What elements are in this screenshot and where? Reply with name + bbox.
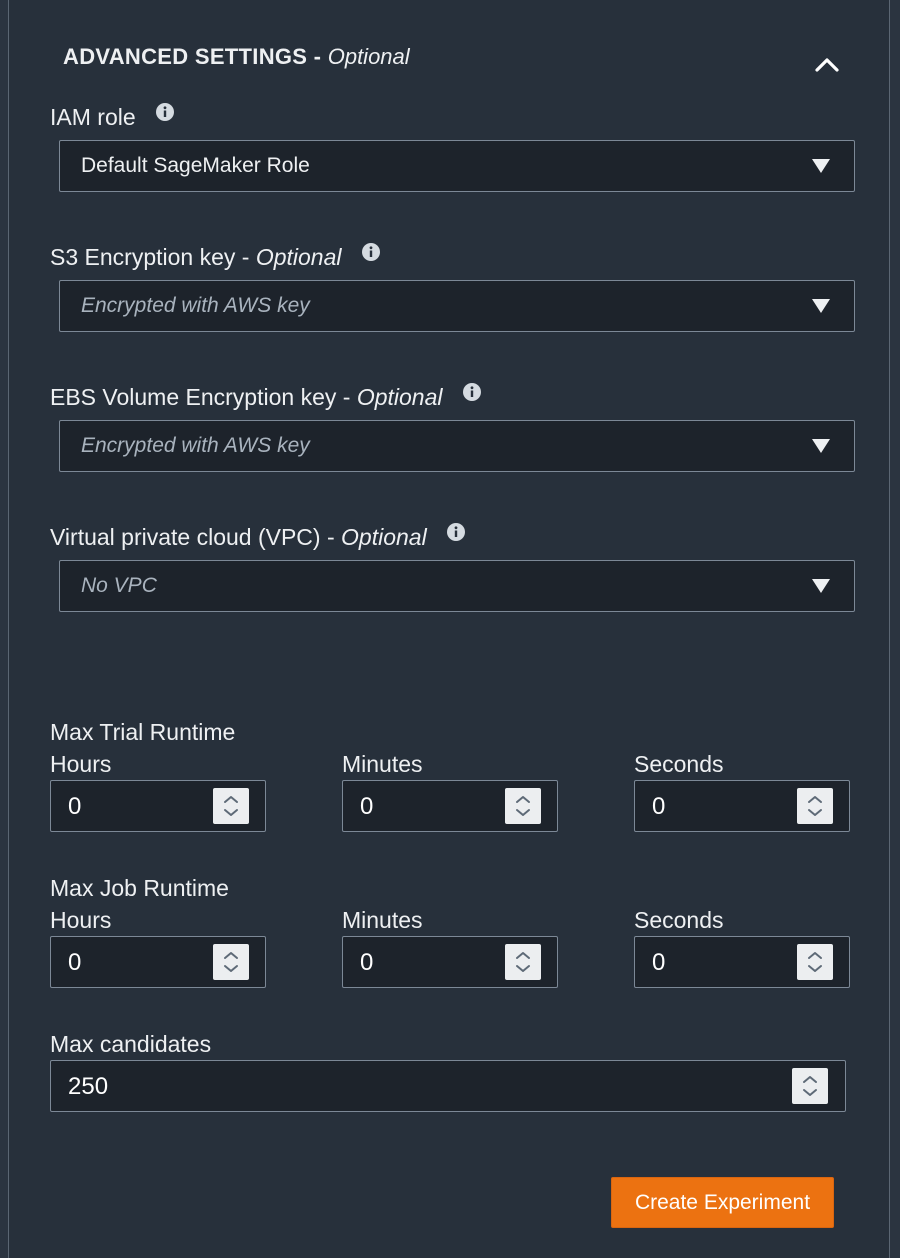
job-seconds-input[interactable]: 0 xyxy=(634,936,850,988)
job-minutes-label: Minutes xyxy=(342,907,423,933)
chevron-up-icon xyxy=(815,58,839,72)
iam-role-label-text: IAM role xyxy=(50,104,136,130)
trial-minutes-label: Minutes xyxy=(342,751,423,777)
max-candidates-label: Max candidates xyxy=(50,1031,212,1057)
spinner-chevrons xyxy=(808,796,822,816)
s3-key-select[interactable]: Encrypted with AWS key xyxy=(59,280,855,332)
trial-seconds-value: 0 xyxy=(652,793,666,820)
max-candidates-input[interactable]: 250 xyxy=(50,1060,846,1112)
iam-role-select[interactable]: Default SageMaker Role xyxy=(59,140,855,192)
spinner-up-down-icon[interactable] xyxy=(505,788,541,824)
spinner-up-down-icon[interactable] xyxy=(797,788,833,824)
vpc-label-text: Virtual private cloud (VPC) - xyxy=(50,524,342,550)
iam-role-label: IAM role xyxy=(50,103,175,131)
spinner-up-down-icon[interactable] xyxy=(213,944,249,980)
max-trial-runtime-title: Max Trial Runtime xyxy=(50,719,236,745)
ebs-key-placeholder: Encrypted with AWS key xyxy=(81,434,310,457)
info-icon[interactable] xyxy=(447,523,466,541)
spinner-up-down-icon[interactable] xyxy=(505,944,541,980)
trial-minutes-input[interactable]: 0 xyxy=(342,780,558,832)
info-icon[interactable] xyxy=(156,103,175,121)
s3-key-optional: Optional xyxy=(255,244,342,270)
job-hours-input[interactable]: 0 xyxy=(50,936,266,988)
job-minutes-input[interactable]: 0 xyxy=(342,936,558,988)
vpc-placeholder: No VPC xyxy=(81,574,157,597)
spinner-chevrons xyxy=(516,952,530,972)
caret-down-icon xyxy=(812,159,830,173)
trial-minutes-value: 0 xyxy=(360,793,374,820)
advanced-settings-panel: ADVANCED SETTINGS - Optional IAM role De… xyxy=(8,0,890,1258)
max-candidates-value: 250 xyxy=(68,1073,109,1100)
job-seconds-label: Seconds xyxy=(634,907,724,933)
spinner-up-down-icon[interactable] xyxy=(797,944,833,980)
info-icon[interactable] xyxy=(462,383,481,401)
trial-seconds-label: Seconds xyxy=(634,751,724,777)
ebs-key-label: EBS Volume Encryption key - Optional xyxy=(50,383,481,411)
spinner-chevrons xyxy=(808,952,822,972)
vpc-label: Virtual private cloud (VPC) - Optional xyxy=(50,523,466,551)
s3-key-label-text: S3 Encryption key - xyxy=(50,244,256,270)
trial-hours-value: 0 xyxy=(68,793,82,820)
caret-down-icon xyxy=(812,579,830,593)
trial-seconds-input[interactable]: 0 xyxy=(634,780,850,832)
job-hours-value: 0 xyxy=(68,949,82,976)
section-title-optional: Optional xyxy=(327,44,410,69)
iam-role-value: Default SageMaker Role xyxy=(81,154,310,177)
trial-hours-label: Hours xyxy=(50,751,112,777)
spinner-chevrons xyxy=(803,1076,817,1096)
spinner-chevrons xyxy=(224,796,238,816)
vpc-select[interactable]: No VPC xyxy=(59,560,855,612)
vpc-optional: Optional xyxy=(341,524,427,550)
s3-key-placeholder: Encrypted with AWS key xyxy=(81,294,310,317)
job-hours-label: Hours xyxy=(50,907,112,933)
s3-key-label: S3 Encryption key - Optional xyxy=(50,243,380,271)
ebs-key-label-text: EBS Volume Encryption key - xyxy=(50,384,357,410)
caret-down-icon xyxy=(812,439,830,453)
trial-hours-input[interactable]: 0 xyxy=(50,780,266,832)
ebs-key-optional: Optional xyxy=(356,384,443,410)
section-title: ADVANCED SETTINGS - Optional xyxy=(63,44,410,70)
max-job-runtime-title: Max Job Runtime xyxy=(50,875,229,901)
collapse-section-button[interactable] xyxy=(809,46,845,82)
section-title-text: ADVANCED SETTINGS - xyxy=(63,44,328,69)
info-icon[interactable] xyxy=(361,243,380,261)
spinner-up-down-icon[interactable] xyxy=(213,788,249,824)
job-seconds-value: 0 xyxy=(652,949,666,976)
ebs-key-select[interactable]: Encrypted with AWS key xyxy=(59,420,855,472)
caret-down-icon xyxy=(812,299,830,313)
create-experiment-button[interactable]: Create Experiment xyxy=(611,1177,834,1228)
spinner-chevrons xyxy=(516,796,530,816)
spinner-up-down-icon[interactable] xyxy=(792,1068,828,1104)
spinner-chevrons xyxy=(224,952,238,972)
job-minutes-value: 0 xyxy=(360,949,374,976)
